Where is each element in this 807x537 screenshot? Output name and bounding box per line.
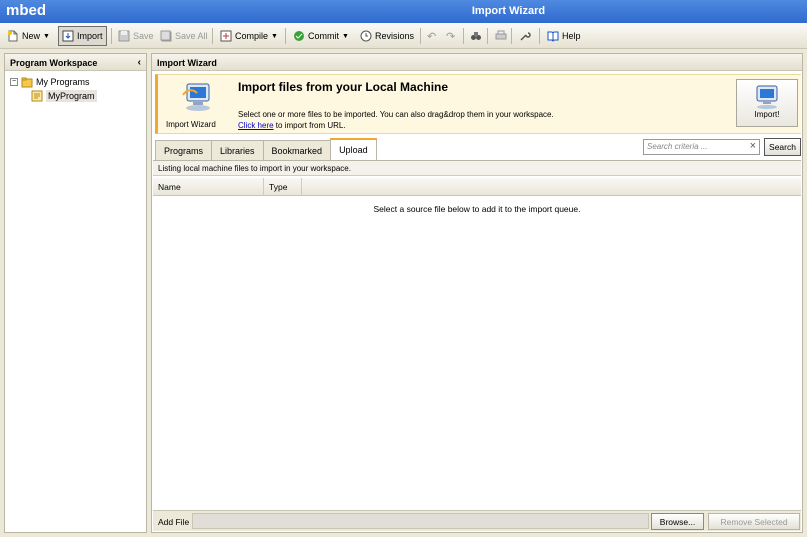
toolbar: New ▼ Import Save Save All Compile ▼ Com…	[0, 23, 807, 49]
toolbar-divider	[539, 28, 540, 44]
printer-icon	[495, 30, 507, 40]
tab-upload[interactable]: Upload	[330, 138, 377, 160]
file-path-field[interactable]	[192, 513, 649, 529]
toolbar-divider	[212, 28, 213, 44]
save-icon	[118, 30, 130, 42]
import-banner: Import Wizard Import files from your Loc…	[155, 74, 801, 134]
search-placeholder: Search criteria ...	[647, 142, 708, 151]
wizard-icon-label: Import Wizard	[166, 120, 216, 129]
revisions-button[interactable]: Revisions	[357, 26, 417, 46]
save-all-button[interactable]: Save All	[157, 26, 211, 46]
search-input[interactable]: Search criteria ... ×	[643, 139, 760, 155]
toolbar-divider	[111, 28, 112, 44]
import-button-label: Import!	[754, 110, 780, 119]
toolbar-divider	[420, 28, 421, 44]
print-button[interactable]	[492, 26, 510, 46]
chevron-down-icon: ▼	[43, 32, 50, 40]
find-button[interactable]	[467, 26, 485, 46]
add-file-label: Add File	[158, 517, 190, 527]
column-header-type[interactable]: Type	[264, 178, 302, 196]
tree-item-label: My Programs	[36, 77, 90, 87]
browse-button[interactable]: Browse...	[651, 513, 704, 530]
commit-button[interactable]: Commit ▼	[290, 26, 352, 46]
tab-programs[interactable]: Programs	[155, 140, 213, 160]
program-icon	[31, 90, 43, 102]
compile-button-label: Compile	[235, 31, 269, 41]
save-all-button-label: Save All	[175, 31, 208, 41]
folder-icon	[21, 77, 33, 88]
source-tabs: Programs Libraries Bookmarked Upload	[155, 138, 377, 160]
chevron-down-icon: ▼	[342, 32, 349, 40]
clear-search-icon[interactable]: ×	[750, 140, 756, 152]
listing-info: Listing local machine files to import in…	[153, 160, 801, 176]
collapse-icon[interactable]: ‹	[138, 57, 141, 68]
compile-button[interactable]: Compile ▼	[217, 26, 281, 46]
tree-item-my-programs[interactable]: − My Programs	[10, 75, 141, 89]
save-all-icon	[160, 30, 172, 42]
tree-item-my-program[interactable]: MyProgram	[10, 89, 141, 103]
undo-icon: ↶	[427, 30, 437, 43]
import-wizard-panel: Import Wizard Import Wizard Import files…	[151, 53, 803, 533]
settings-button[interactable]	[516, 26, 534, 46]
binoculars-icon	[471, 32, 481, 40]
new-button-label: New	[22, 31, 41, 41]
import-icon	[62, 30, 74, 42]
banner-heading: Import files from your Local Machine	[238, 80, 449, 94]
program-workspace-panel: Program Workspace ‹ − My Programs MyProg…	[4, 53, 147, 533]
new-file-icon	[8, 30, 18, 42]
import-toolbar-button[interactable]: Import	[58, 26, 107, 46]
panel-title: Program Workspace	[10, 58, 98, 68]
upload-footer: Add File Browse... Remove Selected	[153, 510, 801, 531]
import-from-url-link[interactable]: Click here	[238, 121, 274, 130]
remove-selected-button[interactable]: Remove Selected	[708, 513, 800, 530]
redo-icon: ↷	[446, 30, 456, 43]
toolbar-divider	[463, 28, 464, 44]
redo-button[interactable]: ↷	[443, 26, 458, 46]
computer-icon	[182, 83, 210, 111]
commit-icon	[294, 31, 304, 41]
title-bar: mbed Import Wizard	[0, 0, 807, 23]
banner-description: Select one or more files to be imported.…	[238, 109, 554, 131]
help-button-label: Help	[562, 31, 581, 41]
toolbar-divider	[285, 28, 286, 44]
window-title: Import Wizard	[471, 5, 546, 17]
wrench-icon	[520, 32, 531, 41]
banner-desc-line: Select one or more files to be imported.…	[238, 110, 554, 119]
search-button[interactable]: Search	[764, 138, 801, 156]
commit-button-label: Commit	[308, 31, 339, 41]
help-button[interactable]: Help	[544, 26, 584, 46]
panel-header: Program Workspace ‹	[5, 54, 146, 71]
column-header-name[interactable]: Name	[153, 178, 264, 196]
save-button[interactable]: Save	[115, 26, 157, 46]
book-icon	[547, 31, 559, 42]
save-button-label: Save	[133, 31, 154, 41]
empty-queue-message: Select a source file below to add it to …	[373, 204, 581, 214]
new-button[interactable]: New ▼	[4, 26, 53, 46]
panel-title: Import Wizard	[157, 58, 217, 68]
panel-header: Import Wizard	[152, 54, 802, 71]
chevron-down-icon: ▼	[271, 32, 278, 40]
import-computer-icon	[756, 85, 778, 109]
file-table-header: Name Type	[153, 178, 801, 196]
toolbar-divider	[487, 28, 488, 44]
tab-libraries[interactable]: Libraries	[211, 140, 264, 160]
revisions-button-label: Revisions	[375, 31, 415, 41]
tree-item-label: MyProgram	[46, 90, 97, 102]
tab-bookmarked[interactable]: Bookmarked	[262, 140, 332, 160]
banner-desc-line: to import from URL.	[273, 121, 346, 130]
toolbar-divider	[511, 28, 512, 44]
collapse-tree-icon[interactable]: −	[10, 78, 18, 86]
clock-icon	[360, 30, 372, 42]
import-toolbar-label: Import	[77, 31, 103, 41]
workspace-tree: − My Programs MyProgram	[5, 71, 146, 107]
compile-icon	[220, 30, 232, 42]
import-button[interactable]: Import!	[736, 79, 798, 127]
undo-button[interactable]: ↶	[424, 26, 439, 46]
